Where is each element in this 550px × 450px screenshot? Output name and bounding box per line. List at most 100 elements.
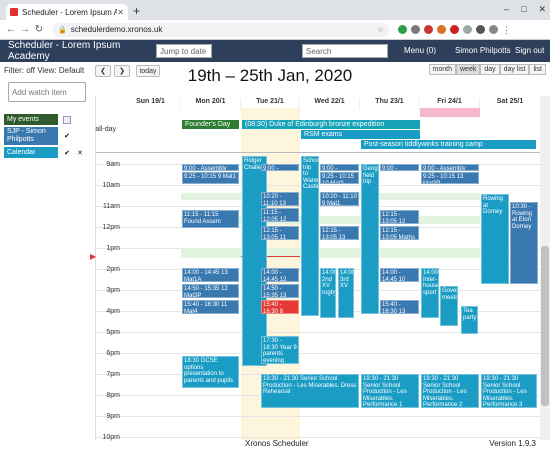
signout-button[interactable]: Sign out (515, 46, 544, 55)
extension-icon[interactable] (411, 25, 420, 34)
view-week-button[interactable]: week (456, 64, 481, 75)
view-daylist-button[interactable]: day list (499, 64, 530, 75)
allday-divider (96, 152, 541, 153)
extension-icon[interactable] (450, 25, 459, 34)
event[interactable]: 14:00 Inter-house sport (421, 268, 439, 318)
day-header[interactable]: Tue 21/1 (241, 98, 300, 110)
bookmark-star-icon[interactable]: ☆ (377, 25, 384, 34)
calendar-label[interactable]: SJP - Simon Philpotts (4, 127, 58, 145)
menu-button[interactable]: Menu (0) (404, 46, 436, 55)
event[interactable]: 10:30 - Rowing at Eton Dorney (510, 202, 538, 284)
minimize-icon[interactable]: – (504, 4, 509, 15)
user-name[interactable]: Simon Philpotts (455, 46, 511, 55)
day-header[interactable]: Thu 23/1 (360, 98, 420, 110)
event[interactable]: 14:50 - 15:35 12 Mat3P (182, 284, 239, 298)
calendar-row-sjp: SJP - Simon Philpotts ✔ (4, 127, 90, 145)
event[interactable]: 12:15 - 13:05 12 Mat3P (380, 210, 419, 224)
event[interactable]: Ridger Challe (242, 156, 267, 366)
event[interactable]: Rowing at Dorney (481, 194, 509, 284)
vertical-scrollbar[interactable] (540, 96, 550, 440)
extension-icon[interactable] (463, 25, 472, 34)
event[interactable]: 14:00 - 14:45 10 Mat3 (380, 268, 419, 282)
hour-label: 4pm (106, 308, 120, 315)
event[interactable]: 11:15 - 12:05 12 Mat3P (261, 208, 299, 222)
filter-view-status[interactable]: Filter: off View: Default (4, 66, 84, 75)
checkbox[interactable] (63, 115, 71, 124)
event[interactable]: 11:15 - 11:15 Found Assem (182, 210, 239, 228)
event[interactable]: 19:30 - 21:30 Senior School Production -… (481, 374, 537, 408)
event[interactable]: 18:30 GCSE options presentation to paren… (182, 356, 239, 388)
scrollbar-thumb[interactable] (541, 246, 549, 406)
day-header[interactable]: Sun 19/1 (121, 98, 181, 110)
close-tab-icon[interactable]: ✕ (117, 8, 124, 17)
event[interactable]: 19:30 - 21:30 Senior School Production -… (421, 374, 479, 408)
window-controls: – □ ✕ (504, 4, 546, 15)
avatar[interactable] (489, 25, 498, 34)
allday-event[interactable]: Founder's Day (182, 120, 239, 129)
event[interactable]: 10:20 - 11:10 9 Mat1 (320, 192, 359, 206)
event[interactable]: 19:30 - 21:30 Senior School Production -… (361, 374, 419, 408)
maximize-icon[interactable]: □ (521, 4, 526, 15)
watch-item-input[interactable]: Add watch item (8, 82, 86, 102)
calendar-label[interactable]: Calendar (4, 147, 58, 158)
extension-icon[interactable] (437, 25, 446, 34)
prev-week-button[interactable]: ❮ (95, 65, 111, 77)
checkbox[interactable]: ✔ (63, 132, 71, 140)
event[interactable]: 14:00 - 14:45 12 Mat3P (261, 268, 299, 282)
event[interactable]: 14:50 - 15:35 13 Mat1A (261, 284, 299, 298)
view-day-button[interactable]: day (480, 64, 500, 75)
app-title[interactable]: Scheduler - Lorem Ipsum Academy (8, 40, 158, 62)
kebab-menu-icon[interactable]: ⋮ (502, 25, 511, 35)
day-header[interactable]: Sat 25/1 (480, 98, 541, 110)
extension-icon[interactable] (476, 25, 485, 34)
event[interactable]: 9:00 - Assembly (421, 164, 479, 171)
reload-icon[interactable]: ↻ (32, 24, 46, 35)
event[interactable]: 9:00 - Assembly (380, 164, 419, 171)
event[interactable]: Tea party (461, 306, 478, 334)
day-header[interactable]: Mon 20/1 (181, 98, 241, 110)
search-input[interactable]: Search (302, 44, 388, 58)
extension-icon[interactable] (398, 25, 407, 34)
allday-event[interactable]: (08:30) Duke of Edinburgh bronze expedit… (242, 120, 420, 129)
forward-icon[interactable]: → (18, 24, 32, 35)
jump-to-date-input[interactable]: Jump to date (156, 44, 212, 58)
event[interactable]: 12:15 - 13:05 13 Mat1A (320, 226, 359, 240)
view-month-button[interactable]: month (428, 64, 456, 75)
event[interactable]: 12:15 - 13:05 Maths dept (380, 226, 419, 240)
event[interactable]: 15:40 - 16:30 8 Fre2 (261, 300, 299, 314)
event[interactable]: 9:25 - 10:15 13 Mat3P (421, 172, 479, 184)
event[interactable]: 15:40 - 16:30 13 Mat1A (380, 300, 419, 314)
view-list-button[interactable]: list (529, 64, 546, 75)
address-field[interactable]: 🔒 schedulerdemo.xronos.uk ☆ (52, 22, 390, 37)
event[interactable]: 9:00 - Assembly (261, 164, 299, 171)
event[interactable]: Governors meeting (440, 286, 458, 326)
event[interactable]: 14:00 2nd XV rugby (320, 268, 336, 318)
event[interactable]: 10:20 - 11:10 13 Mat1A (261, 192, 299, 206)
event[interactable]: Geography field trip (361, 164, 379, 314)
browser-tab[interactable]: Scheduler - Lorem Ipsum A ✕ (6, 4, 128, 20)
remove-icon[interactable]: ✕ (76, 149, 84, 157)
footer-version: Version 1.9.3 (489, 439, 536, 448)
new-tab-button[interactable]: + (133, 4, 140, 18)
extension-icon[interactable] (424, 25, 433, 34)
event[interactable]: 9:25 - 10:15 10 Mat3 (320, 172, 359, 184)
day-header[interactable]: Wed 22/1 (300, 98, 360, 110)
view-switcher: month week day day list list (428, 64, 546, 75)
event[interactable]: 12:15 - 13:05 11 Mat4 (261, 226, 299, 240)
event[interactable]: 9:00 - Assembly (182, 164, 239, 171)
checkbox[interactable]: ✔ (63, 149, 71, 157)
event[interactable]: 17:30 - 18:30 Year 9 parents evening (261, 336, 299, 364)
calendar-label[interactable]: My events (4, 114, 58, 125)
event[interactable]: 9:00 - Assembly (320, 164, 359, 171)
hour-label: 12pm (102, 224, 120, 231)
event[interactable]: 9:25 - 10:15 9 Mat1 (182, 172, 239, 184)
event[interactable]: 15:40 - 16:30 11 Mat4 (182, 300, 239, 314)
allday-event[interactable]: Post-season tiddlywinks training camp (361, 140, 536, 149)
close-window-icon[interactable]: ✕ (538, 4, 546, 15)
event[interactable]: 14:00 - 14:45 13 Mat1A (182, 268, 239, 282)
back-icon[interactable]: ← (4, 24, 18, 35)
event[interactable]: 19:30 - 21:30 Senior School Production -… (261, 374, 359, 408)
event[interactable]: 14:00 3rd XV (338, 268, 354, 318)
allday-event[interactable]: RSM exams (301, 130, 420, 139)
event[interactable]: School trip to Warwick Castle (301, 156, 319, 316)
